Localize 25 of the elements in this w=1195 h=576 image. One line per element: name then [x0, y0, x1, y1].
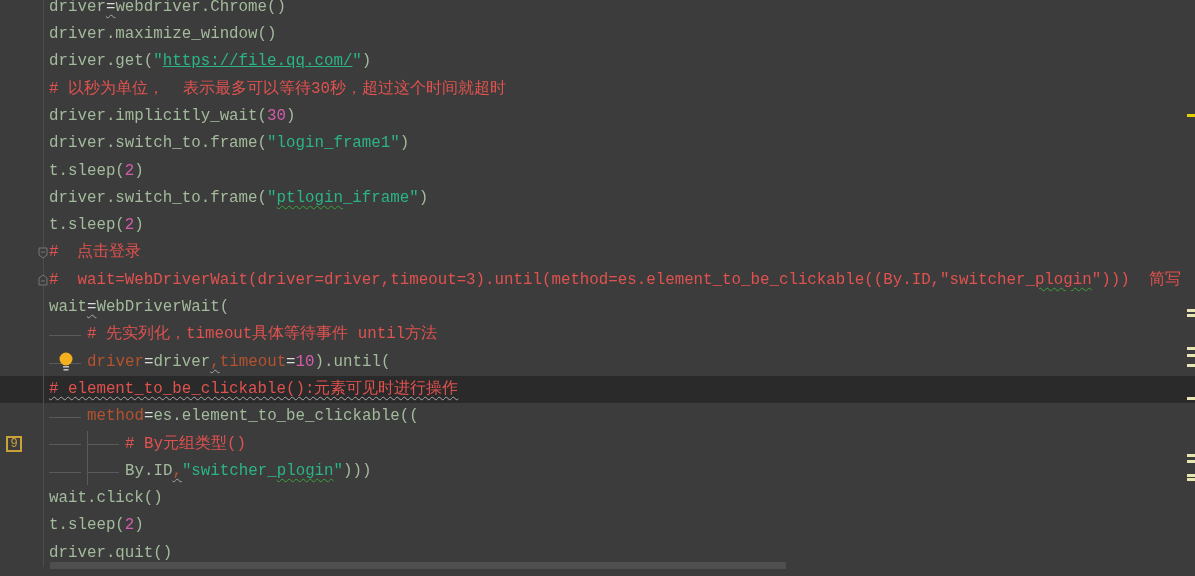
lightbulb-icon[interactable] — [58, 351, 74, 372]
unfold-icon[interactable] — [38, 273, 48, 286]
code-line: t.sleep(2) — [49, 515, 144, 537]
code-line: method=es.element_to_be_clickable(( — [87, 406, 419, 428]
code-line: driver.implicitly_wait(30) — [49, 106, 296, 127]
code-line: driver.switch_to.frame("ptlogin_iframe") — [49, 187, 429, 209]
fold-icon[interactable] — [38, 246, 48, 259]
code-line: t.sleep(2) — [49, 160, 144, 182]
code-line: t.sleep(2) — [49, 215, 144, 237]
code-line: By.ID,"switcher_plogin"))) — [125, 460, 372, 482]
code-line: driver=webdriver.Chrome() — [49, 0, 286, 18]
code-line: driver.switch_to.frame("login_frame1") — [49, 133, 410, 155]
code-line: # element_to_be_clickable():元素可见时进行操作 — [49, 378, 459, 400]
code-line: # By元组类型() — [125, 433, 246, 455]
code-line: wait=WebDriverWait( — [49, 297, 230, 319]
code-line: driver.maximize_window() — [49, 24, 277, 46]
code-line: wait.click() — [49, 488, 163, 510]
code-line: driver.get("https://file.qq.com/") — [49, 51, 372, 73]
code-line: # wait=WebDriverWait(driver=driver,timeout=3).until(method=es.element_to_be_clickable((By.ID,"switcher_plogin"))) 简写 — [49, 269, 1181, 291]
code-line: # 以秒为单位， 表示最多可以等待30秒，超过这个时间就超时 — [49, 78, 506, 100]
code-line: driver=driver,timeout=10).until( — [87, 351, 391, 373]
code-line: driver.quit() — [49, 542, 173, 564]
bookmark-badge[interactable]: 9 — [6, 435, 22, 452]
code-line: # 先实列化，timeout具体等待事件 until方法 — [87, 323, 438, 346]
code-line: # 点击登录 — [49, 241, 142, 264]
